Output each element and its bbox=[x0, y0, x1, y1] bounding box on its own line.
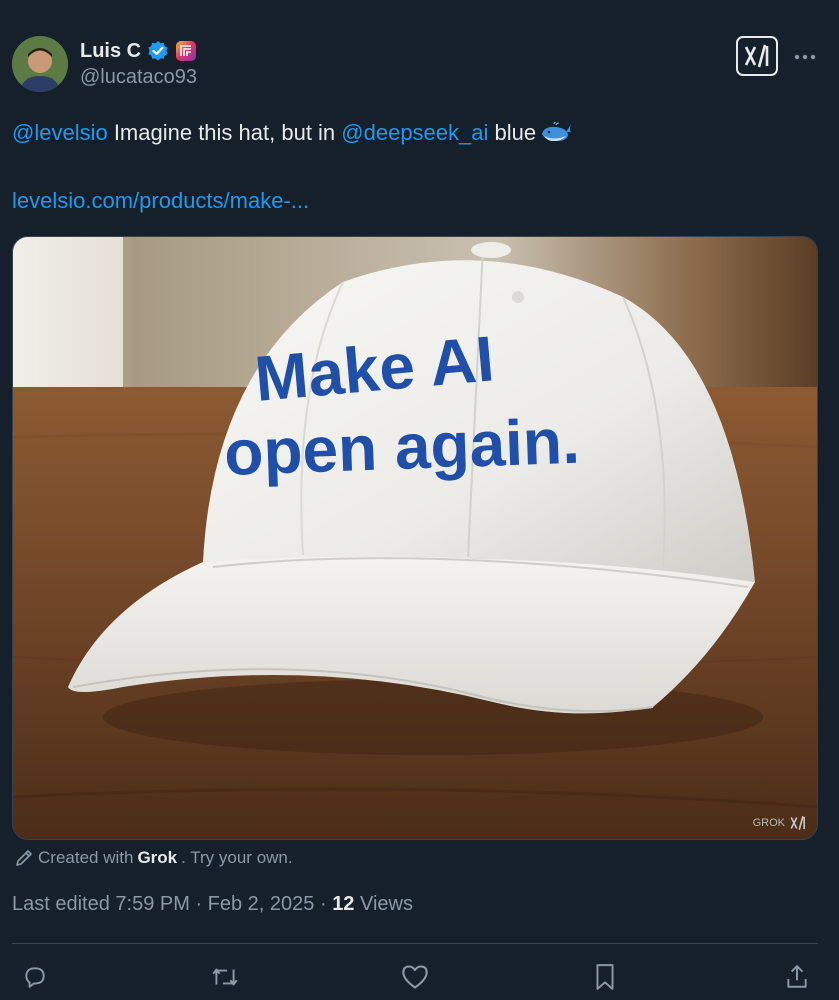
mention-levelsio[interactable]: @levelsio bbox=[12, 120, 108, 145]
author-name[interactable]: Luis C bbox=[80, 40, 141, 63]
try-your-own-link[interactable]: . Try your own. bbox=[181, 848, 292, 868]
verified-badge-icon bbox=[147, 40, 169, 62]
divider bbox=[12, 943, 818, 944]
grok-brand-link[interactable]: Grok bbox=[137, 848, 177, 868]
tweet-image[interactable]: Make AI open again. GROK bbox=[12, 236, 818, 840]
more-icon bbox=[794, 54, 816, 60]
grok-button[interactable] bbox=[736, 36, 778, 76]
hat-photo: Make AI open again. bbox=[13, 237, 817, 839]
tweet-text-part1: Imagine this hat, but in bbox=[107, 120, 342, 145]
views-count: 12 bbox=[332, 893, 355, 915]
retweet-button[interactable] bbox=[210, 962, 240, 992]
author-handle[interactable]: @lucataco93 bbox=[80, 66, 197, 89]
share-icon bbox=[787, 965, 807, 988]
created-with-grok[interactable]: Created with Grok. Try your own. bbox=[14, 846, 293, 870]
edited-timestamp[interactable]: Last edited 7:59 PM · Feb 2, 2025 · bbox=[12, 893, 332, 915]
tweet-text-part2: blue bbox=[488, 120, 537, 145]
reply-button[interactable] bbox=[20, 962, 50, 992]
reply-icon bbox=[25, 967, 45, 988]
affiliate-badge-icon[interactable] bbox=[175, 40, 197, 62]
share-button[interactable] bbox=[782, 962, 812, 992]
grok-watermark-text: GROK bbox=[752, 817, 785, 829]
grok-watermark-icon bbox=[790, 816, 805, 830]
created-prefix: Created with bbox=[38, 848, 134, 867]
mention-deepseek[interactable]: @deepseek_ai bbox=[341, 120, 488, 145]
tweet-text: @levelsio Imagine this hat, but in @deep… bbox=[12, 118, 572, 152]
grok-watermark: GROK bbox=[753, 815, 807, 831]
bookmark-icon bbox=[596, 964, 614, 990]
like-button[interactable] bbox=[400, 962, 430, 992]
whale-icon bbox=[540, 121, 572, 152]
product-link[interactable]: levelsio.com/products/make-... bbox=[12, 186, 309, 216]
views-label: Views bbox=[354, 893, 413, 915]
like-icon bbox=[402, 965, 428, 989]
more-options-button[interactable] bbox=[792, 44, 818, 70]
avatar[interactable] bbox=[12, 36, 68, 92]
hat-text-line2: open again. bbox=[223, 405, 581, 489]
retweet-icon bbox=[212, 968, 238, 986]
grok-icon bbox=[744, 44, 769, 68]
tweet-meta: Last edited 7:59 PM · Feb 2, 2025 · 12 V… bbox=[12, 893, 413, 916]
bookmark-button[interactable] bbox=[590, 962, 620, 992]
pencil-icon bbox=[16, 850, 32, 866]
